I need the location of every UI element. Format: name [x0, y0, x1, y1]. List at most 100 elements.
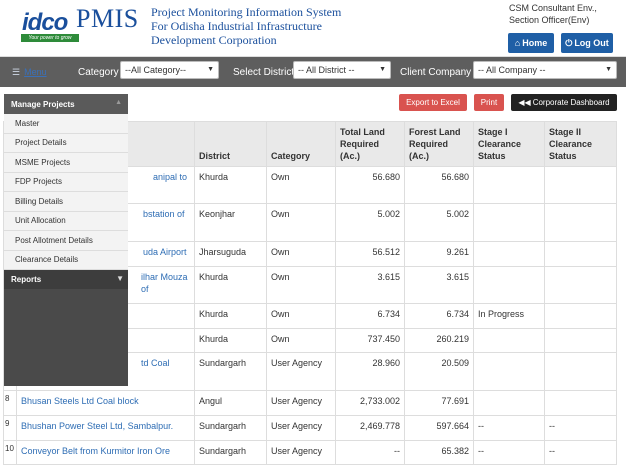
reports-header[interactable]: Reports ▼ [4, 270, 128, 289]
caret-down-icon: ▼ [116, 274, 124, 283]
cell-category: Own [266, 266, 336, 304]
cell-stage2: -- [544, 440, 617, 465]
cell-stage2 [544, 390, 617, 416]
cell-category: Own [266, 328, 336, 353]
cell-category: User Agency [266, 352, 336, 391]
manage-projects-header[interactable]: Manage Projects ▲ [4, 94, 128, 114]
chevron-down-icon: ▼ [207, 66, 214, 73]
menu-label: Menu [24, 67, 47, 77]
sidebar-item-project-details[interactable]: Project Details [4, 134, 128, 153]
cell-stage1 [473, 328, 545, 353]
menu-toggle[interactable]: ☰ Menu [12, 66, 50, 78]
company-select[interactable]: -- All Company -- ▼ [473, 61, 617, 79]
cell-category: Own [266, 166, 336, 204]
manage-projects-label: Manage Projects [11, 99, 75, 109]
cell-stage1 [473, 203, 545, 242]
sidebar-item-msme-projects[interactable]: MSME Projects [4, 153, 128, 173]
logout-label: Log Out [574, 38, 609, 48]
cell-district: Jharsuguda [194, 241, 267, 267]
cell-stage1: -- [473, 415, 545, 441]
district-label: Select District [233, 67, 295, 78]
cell-district: Sundargarh [194, 440, 267, 465]
reports-label: Reports [11, 275, 42, 284]
cell-total-land: 2,733.002 [335, 390, 405, 416]
cell-project-link[interactable]: Bhushan Power Steel Ltd, Sambalpur. [16, 415, 195, 441]
user-info: CSM Consultant Env., Section Officer(Env… [509, 2, 597, 26]
table-row: 10 Conveyor Belt from Kurmitor Iron Ore … [3, 440, 617, 465]
cell-total-land: 5.002 [335, 203, 405, 242]
cell-stage2 [544, 303, 617, 329]
cell-category: User Agency [266, 415, 336, 441]
sidebar-item-unit-allocation[interactable]: Unit Allocation [4, 212, 128, 231]
print-button[interactable]: Print [474, 94, 504, 111]
cell-stage1: -- [473, 440, 545, 465]
cell-total-land: 737.450 [335, 328, 405, 353]
district-select[interactable]: -- All District -- ▼ [293, 61, 391, 79]
logout-button[interactable]: ⏻ Log Out [561, 33, 613, 53]
sidebar-item-fdp-projects[interactable]: FDP Projects [4, 173, 128, 192]
cell-category: Own [266, 241, 336, 267]
cell-category: User Agency [266, 440, 336, 465]
cell-category: Own [266, 203, 336, 242]
cell-total-land: -- [335, 440, 405, 465]
header-category: Category [266, 121, 336, 167]
category-value: --All Category-- [125, 65, 187, 75]
idco-logo[interactable]: idco Your power to grow [10, 6, 79, 42]
home-label: Home [522, 38, 548, 48]
header-stage2: Stage II Clearance Status [544, 121, 617, 167]
backward-icon: ◀◀ [518, 98, 531, 107]
cell-forest-land: 3.615 [404, 266, 474, 304]
cell-stage1 [473, 352, 545, 391]
home-button[interactable]: ⌂ Home [508, 33, 554, 53]
app-header: idco Your power to grow PMIS Project Mon… [0, 0, 626, 57]
header-district: District [194, 121, 267, 167]
cell-stage1 [473, 390, 545, 416]
table-row: 9 Bhushan Power Steel Ltd, Sambalpur. Su… [3, 415, 617, 441]
corporate-dashboard-button[interactable]: ◀◀ Corporate Dashboard [511, 94, 617, 111]
cell-forest-land: 5.002 [404, 203, 474, 242]
filter-bar: ☰ Menu Category --All Category-- ▼ Selec… [0, 57, 626, 87]
sidebar-item-post-allotment[interactable]: Post Allotment Details [4, 231, 128, 251]
cell-forest-land: 77.691 [404, 390, 474, 416]
subtitle-line-1: Project Monitoring Information System [151, 5, 342, 19]
sidebar-item-master[interactable]: Master [4, 114, 128, 134]
cell-sl: 9 [3, 415, 17, 441]
chevron-down-icon: ▼ [605, 66, 612, 73]
cell-stage2 [544, 266, 617, 304]
header-forest-land: Forest Land Required (Ac.) [404, 121, 474, 167]
company-label: Client Company [400, 67, 472, 78]
user-name: CSM Consultant Env., [509, 3, 597, 13]
cell-total-land: 28.960 [335, 352, 405, 391]
cell-stage2 [544, 166, 617, 204]
app-subtitle: Project Monitoring Information System Fo… [151, 5, 381, 47]
logo-tagline: Your power to grow [21, 34, 79, 42]
sidebar-menu: Manage Projects ▲ Master Project Details… [4, 94, 128, 386]
cell-category: User Agency [266, 390, 336, 416]
table-row: 8 Bhusan Steels Ltd Coal block Angul Use… [3, 390, 617, 416]
company-value: -- All Company -- [478, 65, 546, 75]
sidebar-item-clearance-details[interactable]: Clearance Details [4, 251, 128, 270]
app-name: PMIS [76, 4, 139, 33]
cell-total-land: 56.680 [335, 166, 405, 204]
cell-project-link[interactable]: Conveyor Belt from Kurmitor Iron Ore [16, 440, 195, 465]
cell-stage2: -- [544, 415, 617, 441]
subtitle-line-2: For Odisha Industrial Infrastructure [151, 19, 322, 33]
cell-district: Khurda [194, 166, 267, 204]
cell-project-link[interactable]: Bhusan Steels Ltd Coal block [16, 390, 195, 416]
sidebar-item-billing-details[interactable]: Billing Details [4, 192, 128, 212]
category-label: Category [78, 67, 119, 78]
cell-sl: 10 [3, 440, 17, 465]
cell-stage2 [544, 241, 617, 267]
subtitle-line-3: Development Corporation [151, 33, 277, 47]
export-excel-button[interactable]: Export to Excel [399, 94, 467, 111]
cell-forest-land: 56.680 [404, 166, 474, 204]
cell-stage2 [544, 352, 617, 391]
category-select[interactable]: --All Category-- ▼ [120, 61, 219, 79]
cell-district: Khurda [194, 303, 267, 329]
cell-category: Own [266, 303, 336, 329]
cell-stage2 [544, 328, 617, 353]
cell-district: Sundargarh [194, 415, 267, 441]
cell-district: Khurda [194, 328, 267, 353]
cell-forest-land: 9.261 [404, 241, 474, 267]
home-icon: ⌂ [514, 38, 521, 48]
